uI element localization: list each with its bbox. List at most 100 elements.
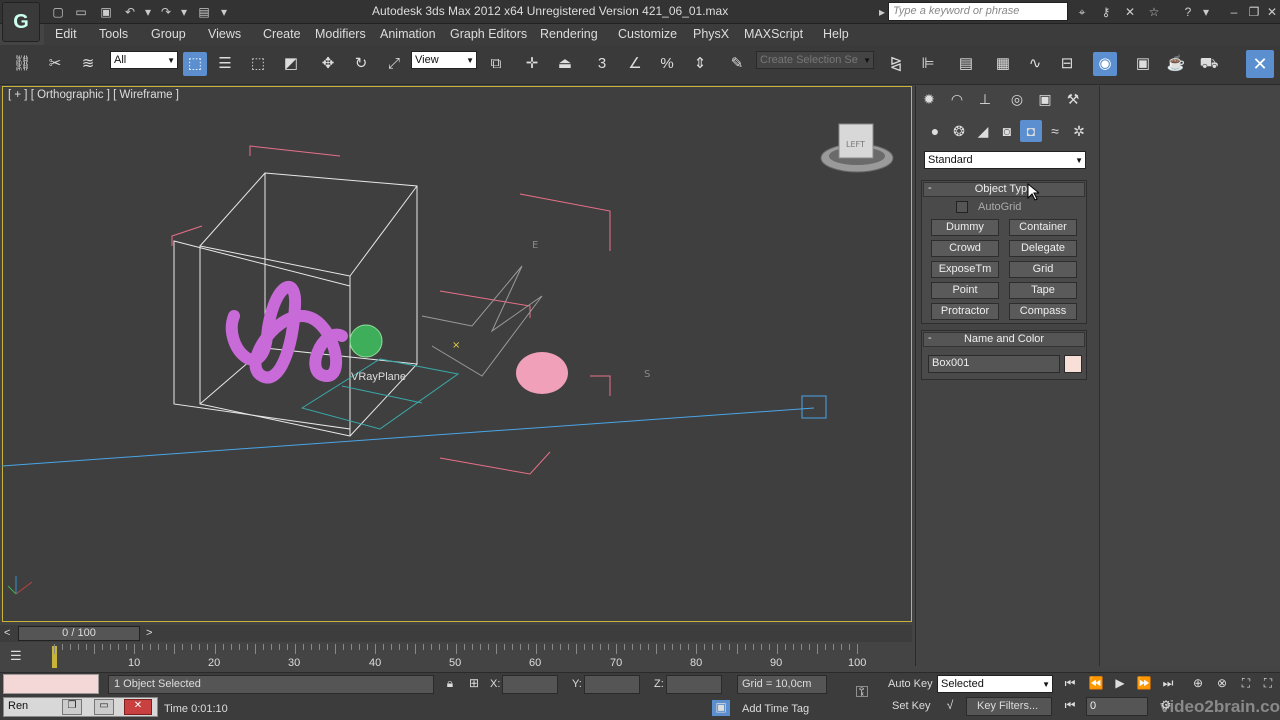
undo-dropdown-icon[interactable]: ▾ [140,4,156,20]
new-file-icon[interactable]: ▢ [50,4,66,20]
point-button[interactable]: Point [931,282,999,299]
keyboard-shortcut-override-icon[interactable]: ⏏ [553,52,577,76]
redo-icon[interactable]: ↷ [158,4,174,20]
mirror-icon[interactable]: ⧎ [884,52,908,76]
crowd-button[interactable]: Crowd [931,240,999,257]
unlink-icon[interactable]: ✂ [43,52,67,76]
rendered-frame-window-icon[interactable]: ☕ [1164,52,1188,76]
restore-icon[interactable]: ❐ [1246,4,1262,20]
display-tab-icon[interactable]: ▣ [1034,88,1056,110]
key-mode-dropdown[interactable]: Selected [937,675,1053,693]
motion-tab-icon[interactable]: ◎ [1006,88,1028,110]
set-key-icon[interactable]: ⚿ [848,684,876,704]
menu-group[interactable]: Group [151,27,186,41]
menu-animation[interactable]: Animation [380,27,436,41]
rectangular-selection-icon[interactable]: ⬚ [246,52,270,76]
curve-editor-icon[interactable]: ∿ [1023,52,1047,76]
modify-tab-icon[interactable]: ◠ [946,88,968,110]
set-key-button[interactable]: Set Key [892,700,931,712]
search-input[interactable]: Type a keyword or phrase [888,2,1068,21]
render-setup-icon[interactable]: ▣ [1131,52,1155,76]
delegate-button[interactable]: Delegate [1009,240,1077,257]
close-small-icon[interactable]: ✕ [124,699,152,715]
maximize-small-icon[interactable]: ▭ [94,699,114,715]
menu-physx[interactable]: PhysX [693,27,729,41]
named-selection-dropdown[interactable]: Create Selection Se [756,51,874,69]
key-filters-button[interactable]: Key Filters... [977,700,1038,712]
help-icon[interactable]: ? [1180,4,1196,20]
grid-button[interactable]: Grid [1009,261,1077,278]
select-and-move-icon[interactable]: ✥ [316,52,340,76]
menu-views[interactable]: Views [208,27,241,41]
add-time-tag-button[interactable]: Add Time Tag [742,703,809,715]
menu-customize[interactable]: Customize [618,27,677,41]
time-slider-thumb[interactable]: 0 / 100 [18,626,140,641]
name-color-header[interactable]: Name and Color [923,332,1085,347]
project-folder-icon[interactable]: ▤ [196,4,212,20]
lights-icon[interactable]: ◢ [972,120,994,142]
hierarchy-tab-icon[interactable]: ⊥ [974,88,996,110]
menu-create[interactable]: Create [263,27,301,41]
edit-named-selection-icon[interactable]: ✎ [725,52,749,76]
play-icon[interactable]: ▶ [1110,676,1130,692]
create-tab-icon[interactable]: ✹ [918,88,940,110]
select-by-name-icon[interactable]: ☰ [213,52,237,76]
systems-icon[interactable]: ✲ [1068,120,1090,142]
compass-button[interactable]: Compass [1009,303,1077,320]
next-frame-icon[interactable]: ⏩ [1134,676,1154,692]
go-to-end-icon[interactable]: ⏭ [1158,676,1178,692]
select-and-scale-icon[interactable]: ⤢ [382,52,406,76]
percent-snap-icon[interactable]: % [655,52,679,76]
open-file-icon[interactable]: ▭ [73,4,89,20]
binoculars-icon[interactable]: ⌖ [1074,4,1090,20]
rollout-collapse-icon[interactable]: - [928,182,932,194]
exposetm-button[interactable]: ExposeTm [931,261,999,278]
render-production-icon[interactable]: ⛟ [1197,52,1221,76]
pivot-center-icon[interactable]: ⧉ [484,52,508,76]
communication-icon[interactable]: ✕ [1122,4,1138,20]
restore-small-icon[interactable]: ❐ [62,699,82,715]
save-file-icon[interactable]: ▣ [98,4,114,20]
utilities-tab-icon[interactable]: ⚒ [1062,88,1084,110]
close-window-icon[interactable]: ✕ [1264,4,1280,20]
subscription-icon[interactable]: ⚷ [1098,4,1114,20]
bind-space-warp-icon[interactable]: ≋ [76,52,100,76]
key-mode-toggle-icon[interactable]: ⏮ [1060,698,1080,714]
menu-edit[interactable]: Edit [55,27,77,41]
x-coordinate-field[interactable] [502,675,558,694]
minimize-icon[interactable]: – [1226,4,1242,20]
go-to-start-icon[interactable]: ⏮ [1060,676,1080,692]
absolute-mode-icon[interactable]: ⊞ [466,676,482,692]
container-button[interactable]: Container [1009,219,1077,236]
protractor-button[interactable]: Protractor [931,303,999,320]
y-coordinate-field[interactable] [584,675,640,694]
material-editor-icon[interactable]: ◉ [1093,52,1117,76]
schematic-view-icon[interactable]: ⊟ [1055,52,1079,76]
undo-icon[interactable]: ↶ [122,4,138,20]
previous-frame-icon[interactable]: ⏪ [1086,676,1106,692]
reference-coordinate-dropdown[interactable]: View [411,51,477,69]
mini-curve-editor-icon[interactable]: ☰ [10,648,30,666]
shapes-icon[interactable]: ❂ [948,120,970,142]
dummy-button[interactable]: Dummy [931,219,999,236]
selection-filter-dropdown[interactable]: All [110,51,178,69]
object-color-swatch[interactable] [1064,355,1082,373]
geometry-icon[interactable]: ● [924,120,946,142]
favorites-star-icon[interactable]: ☆ [1146,4,1162,20]
category-dropdown[interactable]: Standard [924,151,1086,169]
snaps-toggle-icon[interactable]: 3 [590,52,614,76]
zoom-icon[interactable]: ⊕ [1188,676,1208,692]
default-tangent-icon[interactable]: √ [940,698,960,716]
angle-snap-icon[interactable]: ∠ [623,52,647,76]
object-type-header[interactable]: Object Type [923,182,1085,197]
select-and-link-icon[interactable]: ⛓ [10,52,34,76]
layer-manager-icon[interactable]: ▤ [954,52,978,76]
help-dropdown-icon[interactable]: ▾ [1198,4,1214,20]
zoom-extents-icon[interactable]: ⛶ [1236,676,1256,692]
menu-tools[interactable]: Tools [99,27,128,41]
rollout-collapse-icon[interactable]: - [928,332,932,344]
menu-maxscript[interactable]: MAXScript [744,27,803,41]
maxscript-listener[interactable] [3,674,99,694]
close-toolbar-icon[interactable]: ✕ [1246,50,1274,78]
time-tag-icon[interactable]: ▣ [712,700,730,716]
